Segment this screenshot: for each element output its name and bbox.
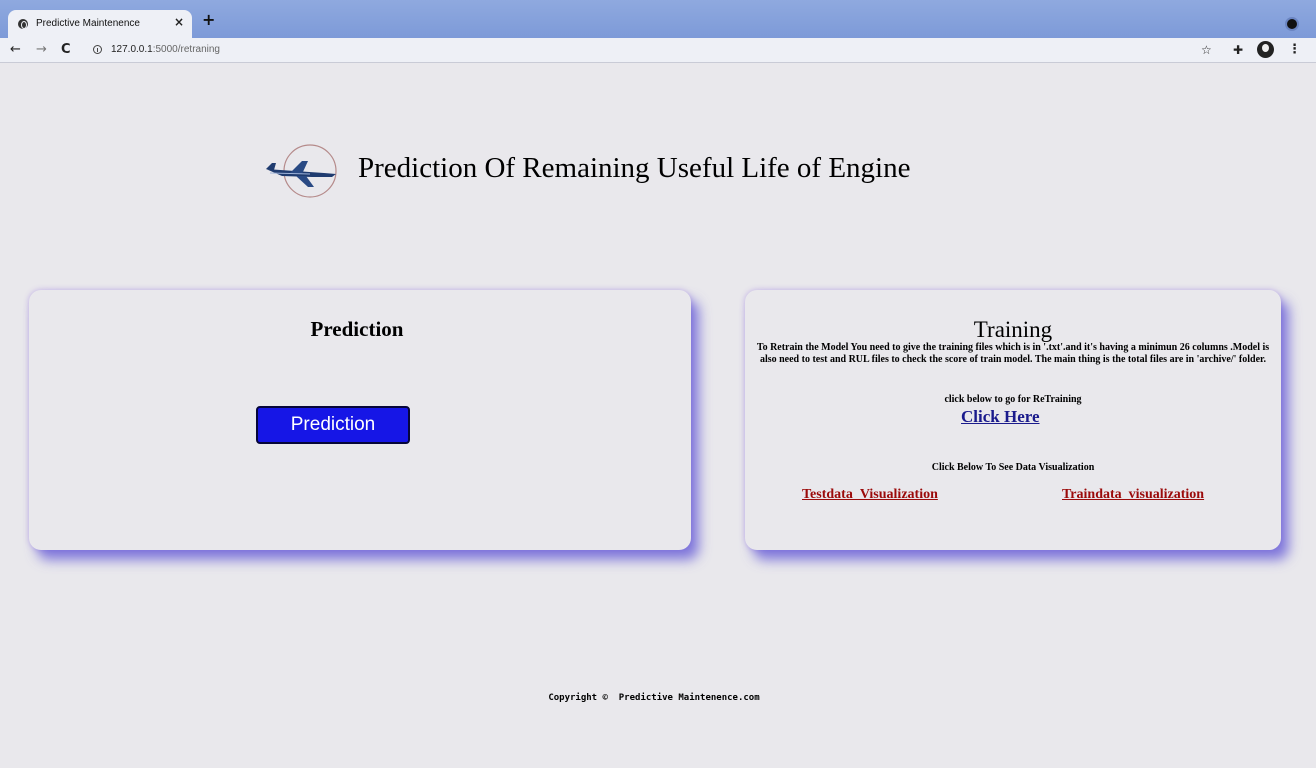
back-icon[interactable]: ← <box>10 41 21 59</box>
page-title: Prediction Of Remaining Useful Life of E… <box>358 152 911 184</box>
traindata-visualization-link[interactable]: Traindata_visualization <box>1062 487 1204 503</box>
retrain-label: click below to go for ReTraining <box>944 394 1082 405</box>
browser-tab-bar: Predictive Maintenence × + <box>0 0 1316 38</box>
star-icon[interactable]: ☆ <box>1201 41 1212 59</box>
prediction-heading: Prediction <box>310 317 404 341</box>
avatar[interactable] <box>1257 41 1274 58</box>
forward-icon[interactable]: → <box>36 41 47 59</box>
footer-copyright: Copyright © Predictive Maintenence.com <box>548 693 760 703</box>
browser-tab[interactable]: Predictive Maintenence × <box>8 10 192 38</box>
globe-icon <box>18 19 28 29</box>
training-description: To Retrain the Model You need to give th… <box>756 342 1270 365</box>
training-heading: Training <box>973 317 1053 342</box>
prediction-button[interactable]: Prediction <box>256 406 410 444</box>
url-text[interactable]: 127.0.0.1:5000/retraning <box>111 44 220 55</box>
close-tab-icon[interactable]: × <box>174 15 184 29</box>
training-card: Training To Retrain the Model You need t… <box>745 290 1281 550</box>
info-icon[interactable] <box>93 45 102 54</box>
menu-icon[interactable]: ⋮ <box>1288 41 1301 59</box>
tab-title: Predictive Maintenence <box>36 18 140 29</box>
new-tab-icon[interactable]: + <box>202 12 215 28</box>
airplane-logo-icon <box>266 144 337 198</box>
url-path: :5000/retraning <box>152 44 220 55</box>
url-host: 127.0.0.1 <box>111 44 153 55</box>
prediction-card: Prediction Prediction <box>29 290 691 550</box>
url-field[interactable]: 127.0.0.1:5000/retraning <box>84 40 1226 60</box>
record-icon[interactable] <box>1285 17 1299 31</box>
address-bar: ← → C 127.0.0.1:5000/retraning ☆ ✚ ⋮ <box>0 38 1316 63</box>
extensions-icon[interactable]: ✚ <box>1233 41 1243 59</box>
testdata-visualization-link[interactable]: Testdata_Visualization <box>802 487 938 503</box>
retrain-link[interactable]: Click Here <box>961 407 1040 427</box>
reload-icon[interactable]: C <box>61 41 71 59</box>
visualization-label: Click Below To See Data Visualization <box>931 462 1095 473</box>
